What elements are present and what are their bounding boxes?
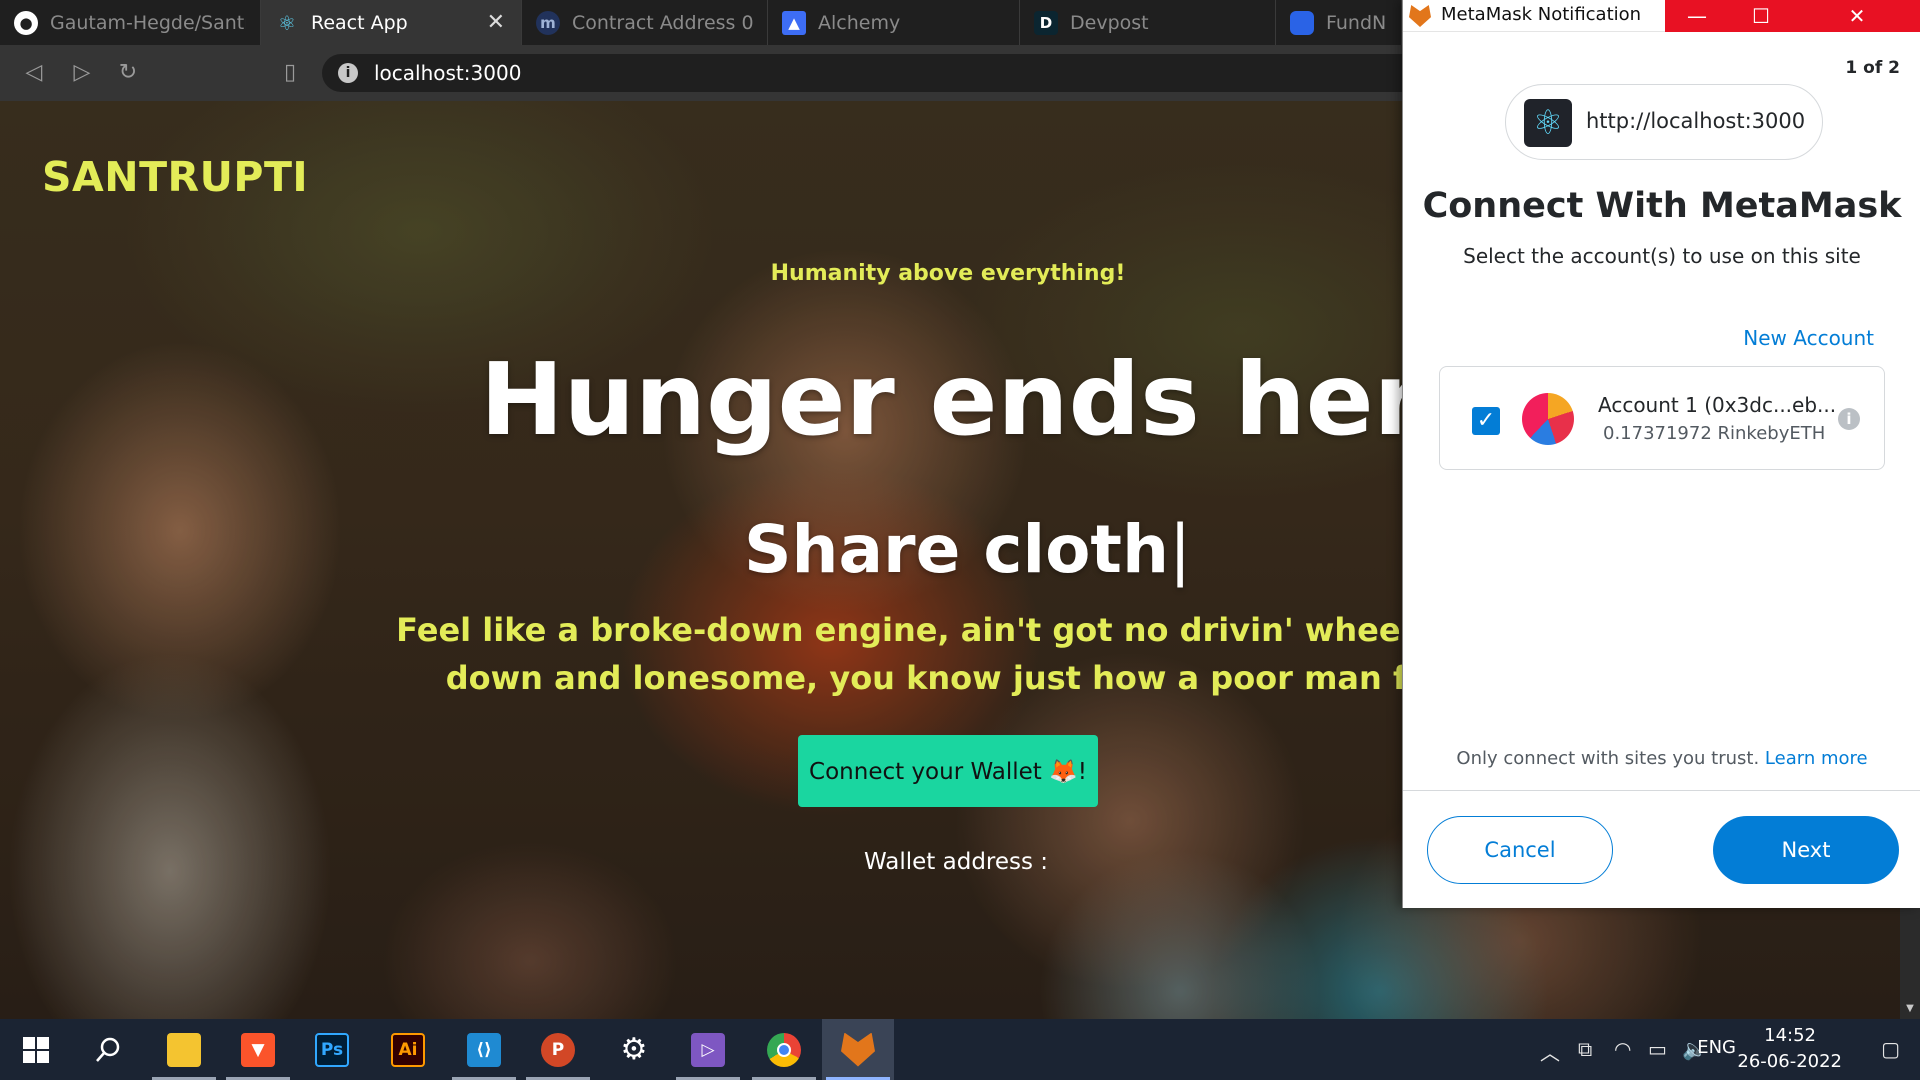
tab-github[interactable]: ● Gautam-Hegde/Santrupti — [0, 0, 261, 45]
request-counter: 1 of 2 — [1845, 58, 1900, 78]
windows-start-icon[interactable] — [0, 1019, 72, 1080]
account-checkbox[interactable]: ✓ — [1472, 407, 1500, 435]
typing-cursor: | — [1168, 511, 1192, 588]
site-info-icon[interactable]: i — [338, 63, 358, 83]
tab-fundngo[interactable]: FundN'GO — [1276, 0, 1402, 45]
maximize-icon[interactable]: ☐ — [1729, 0, 1793, 32]
wifi-icon[interactable]: ◠ — [1614, 1037, 1631, 1061]
metamask-window: MetaMask Notification — ☐ ✕ 1 of 2 ⚛ htt… — [1402, 0, 1920, 908]
metamask-icon[interactable] — [822, 1019, 894, 1080]
chrome-icon[interactable] — [748, 1019, 820, 1080]
system-tray: ︿ ⧉ ◠ ▭ 🔈 ENG 14:52 26-06-2022 ▢ — [1480, 1019, 1920, 1080]
account-avatar — [1522, 393, 1574, 445]
clock-time[interactable]: 14:52 — [1764, 1025, 1816, 1046]
tab-label: Contract Address 0x172 — [572, 11, 753, 34]
windows-taskbar: ▼ Ps Ai ⟨⟩ P ⚙ ▷ ︿ ⧉ ◠ ▭ 🔈 ENG 14:52 26-… — [0, 1019, 1920, 1080]
react-icon: ⚛ — [1524, 99, 1572, 147]
powerpoint-icon[interactable]: P — [522, 1019, 594, 1080]
connect-heading: Connect With MetaMask — [1422, 186, 1902, 226]
trust-notice: Only connect with sites you trust. Learn… — [1403, 748, 1920, 769]
language-indicator[interactable]: ENG — [1697, 1037, 1736, 1058]
tab-label: Alchemy — [818, 11, 901, 34]
account-balance: 0.17371972 RinkebyETH — [1603, 423, 1826, 444]
close-icon[interactable]: ✕ — [1793, 0, 1920, 32]
metamask-titlebar: MetaMask Notification — ☐ ✕ — [1403, 0, 1920, 32]
connect-subheading: Select the account(s) to use on this sit… — [1463, 244, 1861, 268]
vscode-icon[interactable]: ⟨⟩ — [448, 1019, 520, 1080]
origin-url: http://localhost:3000 — [1586, 109, 1806, 133]
window-title: MetaMask Notification — [1441, 4, 1642, 25]
search-icon[interactable] — [72, 1019, 144, 1080]
tab-contract-address[interactable]: m Contract Address 0x172 — [522, 0, 768, 45]
close-tab-icon[interactable]: ✕ — [487, 10, 505, 35]
tab-label: React App — [311, 11, 408, 34]
illustrator-icon[interactable]: Ai — [372, 1019, 444, 1080]
clock-date[interactable]: 26-06-2022 — [1737, 1051, 1842, 1072]
account-row[interactable]: ✓ Account 1 (0x3dc...eb... 0.17371972 Ri… — [1439, 366, 1885, 470]
metamask-fox-icon — [1409, 5, 1431, 27]
tab-devpost[interactable]: D Devpost — [1020, 0, 1276, 45]
tab-label: FundN'GO — [1326, 11, 1387, 34]
brave-icon[interactable]: ▼ — [222, 1019, 294, 1080]
site-origin-pill: ⚛ http://localhost:3000 — [1505, 84, 1823, 160]
hero-title: Hunger ends here. — [480, 341, 1529, 458]
bookmark-icon[interactable]: ▯ — [276, 59, 304, 87]
file-explorer-icon[interactable] — [148, 1019, 220, 1080]
meet-now-icon[interactable]: ⧉ — [1578, 1037, 1592, 1061]
tab-label: Devpost — [1070, 11, 1149, 34]
next-button[interactable]: Next — [1713, 816, 1899, 884]
settings-icon[interactable]: ⚙ — [598, 1019, 670, 1080]
tab-react-app[interactable]: ⚛ React App ✕ — [261, 0, 522, 45]
tagline: Humanity above everything! — [770, 261, 1126, 286]
typed-text: Share cloth — [744, 511, 1169, 588]
photoshop-icon[interactable]: Ps — [296, 1019, 368, 1080]
footer-divider — [1403, 790, 1920, 791]
chevron-up-icon[interactable]: ︿ — [1540, 1037, 1560, 1066]
scroll-down-icon[interactable]: ▼ — [1904, 1003, 1916, 1015]
url-text: localhost:3000 — [374, 61, 522, 85]
alchemy-icon: ▲ — [782, 10, 806, 35]
tab-label: Gautam-Hegde/Santrupti — [50, 11, 246, 34]
back-icon[interactable]: ◁ — [20, 59, 48, 87]
account-name: Account 1 (0x3dc...eb... — [1598, 393, 1837, 417]
github-icon: ● — [14, 10, 38, 35]
reload-icon[interactable]: ↻ — [114, 59, 142, 87]
info-icon[interactable]: i — [1838, 408, 1860, 430]
devpost-icon: D — [1034, 10, 1058, 35]
notifications-icon[interactable]: ▢ — [1881, 1037, 1900, 1061]
forward-icon[interactable]: ▷ — [68, 59, 96, 87]
site-logo[interactable]: SANTRUPTI — [42, 153, 308, 201]
tab-alchemy[interactable]: ▲ Alchemy — [768, 0, 1020, 45]
wallet-address-label: Wallet address : — [864, 849, 1049, 875]
learn-more-link[interactable]: Learn more — [1765, 748, 1868, 769]
trust-text: Only connect with sites you trust. — [1456, 748, 1760, 769]
react-icon: ⚛ — [278, 10, 296, 35]
visual-studio-icon[interactable]: ▷ — [672, 1019, 744, 1080]
etherscan-icon: m — [536, 10, 560, 35]
minimize-icon[interactable]: — — [1665, 0, 1729, 32]
fundngo-icon — [1290, 10, 1314, 35]
cancel-button[interactable]: Cancel — [1427, 816, 1613, 884]
typed-headline: Share cloth| — [744, 511, 1191, 588]
new-account-link[interactable]: New Account — [1743, 326, 1874, 350]
connect-wallet-button[interactable]: Connect your Wallet 🦊! — [798, 735, 1098, 807]
battery-icon[interactable]: ▭ — [1648, 1037, 1667, 1061]
